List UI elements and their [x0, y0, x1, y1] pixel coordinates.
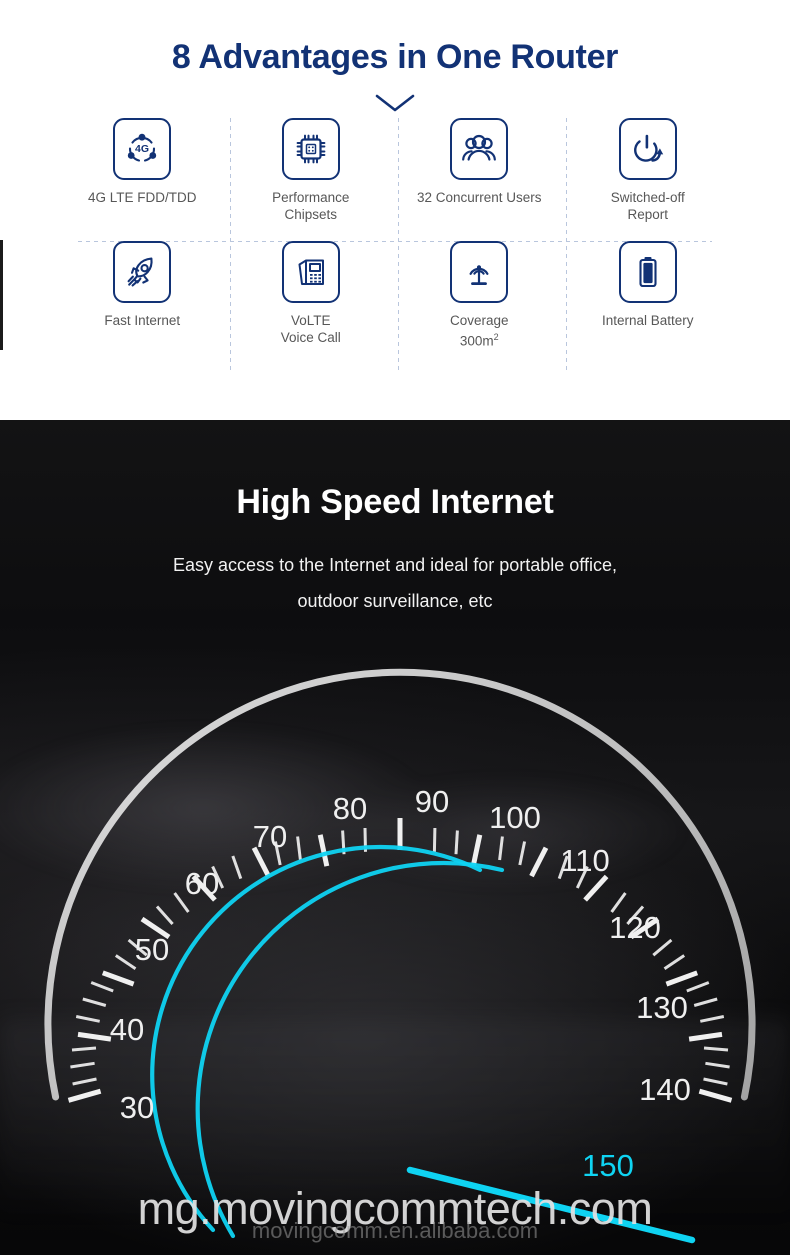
- feature-label: Fast Internet: [104, 313, 181, 328]
- battery-icon: [618, 241, 677, 303]
- left-edge-artifact: [0, 240, 3, 350]
- gauge-label-150: 150: [582, 1148, 634, 1183]
- gauge-label-120: 120: [609, 910, 661, 945]
- feature-grid: 4G 4G LTE FDD/TDD Performance Chipsets 3…: [58, 118, 732, 386]
- speedometer-gauge: 30 40 50 60 70 80 90 100 110 120 130 140…: [44, 668, 756, 1255]
- feature-item-coverage[interactable]: Coverage 300m2: [395, 241, 564, 371]
- watermark-secondary: movingcomm.en.alibaba.com: [251, 1218, 539, 1243]
- signal-tower-icon: [450, 241, 509, 303]
- gauge-label-90: 90: [415, 784, 449, 819]
- feature-item-concurrent-users[interactable]: 32 Concurrent Users: [395, 118, 564, 241]
- feature-label: 4G LTE FDD/TDD: [87, 190, 197, 205]
- hero-section: High Speed Internet Easy access to the I…: [0, 420, 790, 1255]
- desk-phone-icon: [281, 241, 340, 303]
- hero-title: High Speed Internet: [236, 483, 554, 521]
- chevron-down-icon: [0, 86, 790, 120]
- gauge-label-110: 110: [560, 843, 609, 878]
- gauge-label-130: 130: [636, 990, 688, 1025]
- feature-item-volte[interactable]: VoLTE Voice Call: [227, 241, 396, 371]
- feature-label: Internal Battery: [601, 313, 694, 328]
- gauge-label-80: 80: [333, 791, 367, 826]
- 4g-network-icon: 4G: [113, 118, 172, 180]
- feature-label: VoLTE Voice Call: [280, 313, 341, 345]
- hero-subtitle: Easy access to the Internet and ideal fo…: [173, 555, 617, 611]
- features-section: 8 Advantages in One Router 4G 4G LTE FDD…: [0, 0, 790, 420]
- gauge-label-40: 40: [110, 1012, 144, 1047]
- gauge-label-30: 30: [120, 1090, 154, 1125]
- feature-label: Performance Chipsets: [272, 190, 350, 222]
- feature-item-4g-lte[interactable]: 4G 4G LTE FDD/TDD: [58, 118, 227, 241]
- users-group-icon: [450, 118, 509, 180]
- power-report-icon: [618, 118, 677, 180]
- rocket-icon: [113, 241, 172, 303]
- feature-label: 32 Concurrent Users: [416, 190, 542, 205]
- svg-text:4G: 4G: [135, 143, 149, 155]
- feature-label: Coverage 300m2: [449, 313, 509, 349]
- feature-item-internal-battery[interactable]: Internal Battery: [564, 241, 733, 371]
- feature-item-chipsets[interactable]: Performance Chipsets: [227, 118, 396, 241]
- feature-item-fast-internet[interactable]: Fast Internet: [58, 241, 227, 371]
- cpu-chip-icon: [281, 118, 340, 180]
- page-title: 8 Advantages in One Router: [171, 38, 619, 76]
- gauge-label-60: 60: [185, 866, 219, 901]
- feature-label: Switched-off Report: [610, 190, 685, 222]
- gauge-label-140: 140: [639, 1072, 691, 1107]
- gauge-label-70: 70: [253, 819, 287, 854]
- gauge-label-50: 50: [135, 932, 169, 967]
- feature-item-switched-off-report[interactable]: Switched-off Report: [564, 118, 733, 241]
- gauge-label-100: 100: [489, 800, 541, 835]
